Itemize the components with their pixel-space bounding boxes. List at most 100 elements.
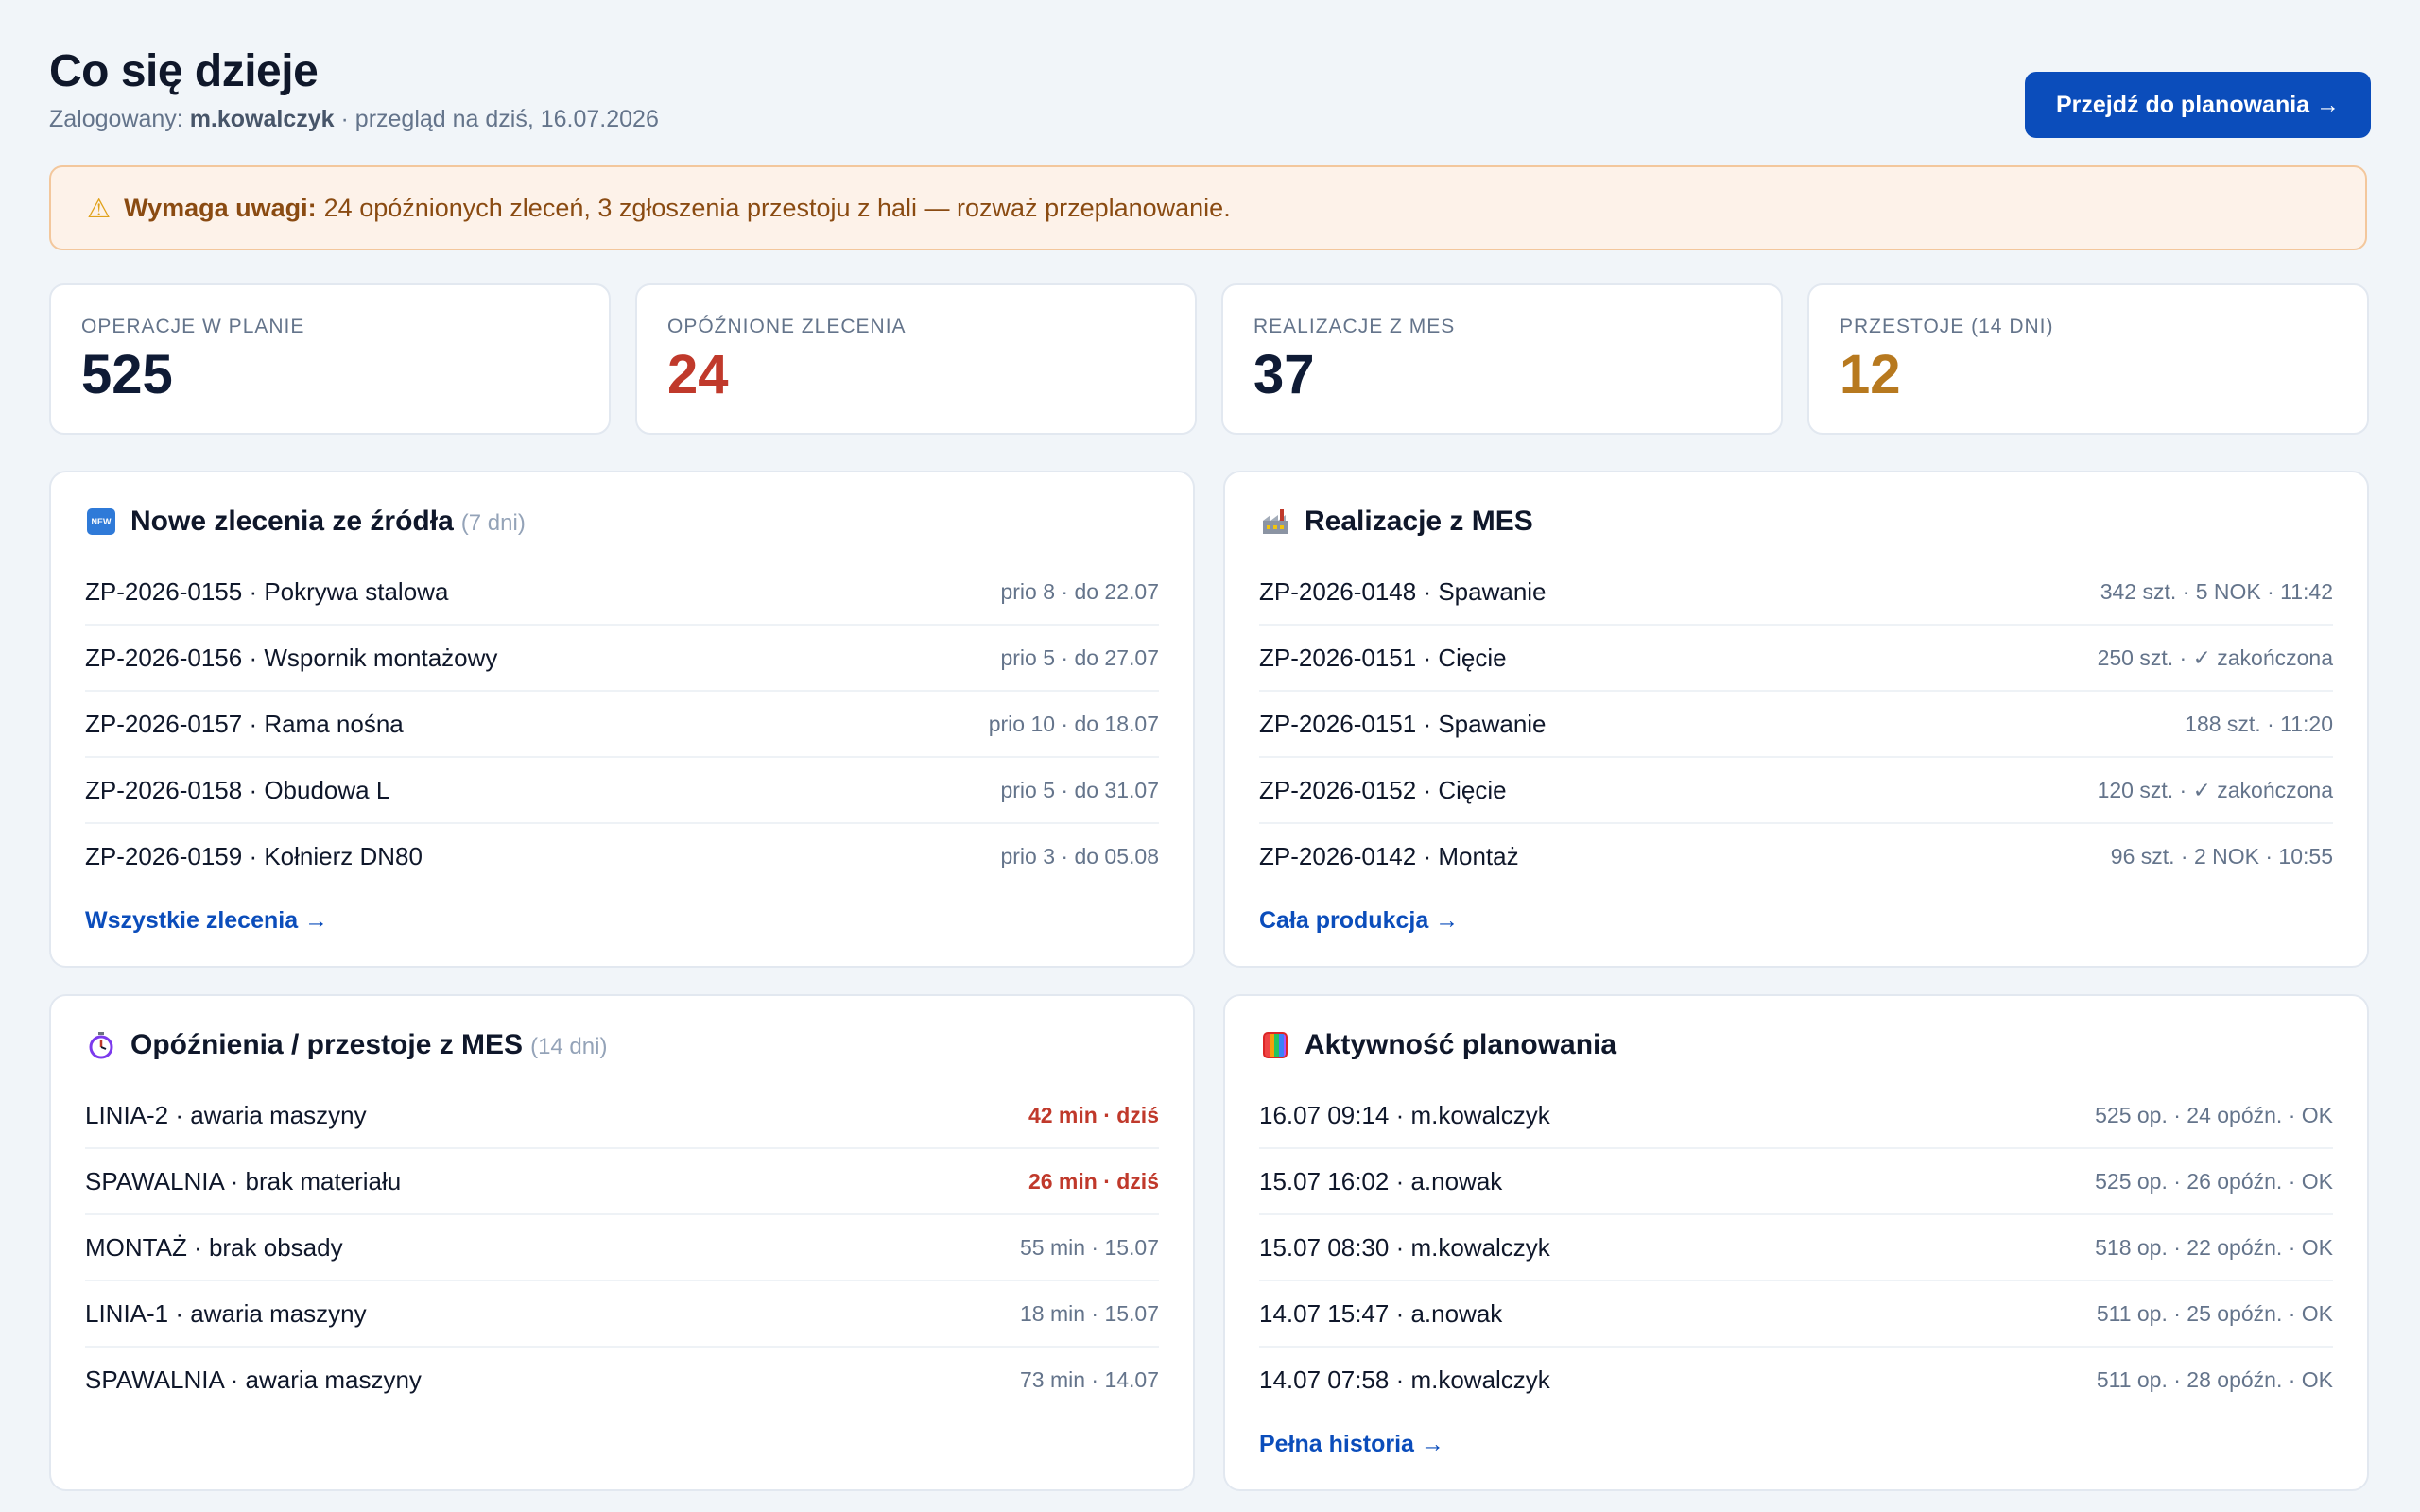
realization-meta: 188 szt. · 11:20	[2185, 711, 2333, 736]
order-label: ZP-2026-0159 · Kołnierz DN80	[85, 841, 423, 870]
dashboard-page: Co się dzieje Zalogowany: m.kowalczyk · …	[0, 0, 2420, 1512]
list-item[interactable]: 14.07 07:58 · m.kowalczyk 511 op. · 28 op…	[1259, 1348, 2333, 1412]
card-header: Opóźnienia / przestoje z MES (14 dni)	[85, 1017, 1159, 1074]
page-title: Co się dzieje	[49, 46, 319, 96]
order-meta: prio 3 · do 05.08	[1000, 843, 1159, 868]
card-header: Realizacje z MES	[1259, 493, 2333, 550]
calendar-icon	[1259, 1032, 1291, 1058]
downtime-label: SPAWALNIA · awaria maszyny	[85, 1365, 422, 1394]
stat-label: PRZESTOJE (14 DNI)	[1840, 316, 2054, 337]
card-header: NEW Nowe zlecenia ze źródła (7 dni)	[85, 493, 1159, 550]
page-header: Co się dzieje Zalogowany: m.kowalczyk · …	[49, 43, 2371, 147]
new-orders-list: ZP-2026-0155 · Pokrywa stalowa prio 8 · d…	[85, 559, 1159, 888]
realization-label: ZP-2026-0142 · Montaż	[1259, 841, 1519, 870]
alert-strong: Wymaga uwagi:	[124, 193, 317, 222]
warning-icon: ⚠	[87, 193, 112, 223]
downtime-meta: 42 min · dziś	[1028, 1102, 1159, 1127]
new-orders-card: NEW Nowe zlecenia ze źródła (7 dni) ZP-2…	[49, 471, 1195, 968]
realization-meta: 96 szt. · 2 NOK · 10:55	[2110, 843, 2333, 868]
list-item[interactable]: 15.07 08:30 · m.kowalczyk 518 op. · 22 op…	[1259, 1215, 2333, 1281]
list-item[interactable]: SPAWALNIA · awaria maszyny 73 min · 14.07	[85, 1348, 1159, 1412]
go-to-planning-button[interactable]: Przejdź do planowania →	[2025, 72, 2371, 138]
stat-card-mes-realizations: REALIZACJE Z MES 37	[1221, 284, 1783, 435]
list-item[interactable]: ZP-2026-0151 · Spawanie 188 szt. · 11:20	[1259, 692, 2333, 758]
activity-label: 14.07 15:47 · a.nowak	[1259, 1298, 1503, 1328]
alert-text: 24 opóźnionych zleceń, 3 zgłoszenia prze…	[323, 193, 1231, 222]
activity-label: 16.07 09:14 · m.kowalczyk	[1259, 1100, 1550, 1129]
downtime-meta: 18 min · 15.07	[1019, 1300, 1159, 1326]
order-label: ZP-2026-0158 · Obudowa L	[85, 775, 390, 804]
stat-value: 37	[1253, 344, 1315, 405]
list-item[interactable]: 16.07 09:14 · m.kowalczyk 525 op. · 24 op…	[1259, 1083, 2333, 1149]
order-meta: prio 5 · do 27.07	[1000, 644, 1159, 670]
realization-label: ZP-2026-0148 · Spawanie	[1259, 576, 1547, 606]
stat-card-delayed-orders: OPÓŹNIONE ZLECENIA 24	[635, 284, 1197, 435]
list-item[interactable]: 14.07 15:47 · a.nowak 511 op. · 25 opóźn.…	[1259, 1281, 2333, 1348]
new-badge-icon: NEW	[85, 508, 117, 535]
logged-prefix: Zalogowany:	[49, 106, 183, 132]
realization-meta: 250 szt. · ✓ zakończona	[2097, 644, 2333, 670]
stat-card-downtimes: PRZESTOJE (14 DNI) 12	[1807, 284, 2369, 435]
stat-label: OPERACJE W PLANIE	[81, 316, 305, 337]
planning-activity-card: Aktywność planowania 16.07 09:14 · m.kow…	[1223, 994, 2369, 1491]
list-item[interactable]: ZP-2026-0151 · Cięcie 250 szt. · ✓ zakońc…	[1259, 626, 2333, 692]
list-item[interactable]: ZP-2026-0148 · Spawanie 342 szt. · 5 NOK …	[1259, 559, 2333, 626]
list-item[interactable]: ZP-2026-0142 · Montaż 96 szt. · 2 NOK · 1…	[1259, 824, 2333, 888]
stopwatch-icon	[85, 1031, 117, 1059]
order-meta: prio 8 · do 22.07	[1000, 578, 1159, 604]
downtime-label: MONTAŻ · brak obsady	[85, 1232, 343, 1262]
activity-list: 16.07 09:14 · m.kowalczyk 525 op. · 24 op…	[1259, 1083, 2333, 1412]
card-title: Realizacje z MES	[1305, 506, 1533, 537]
username: m.kowalczyk	[189, 106, 335, 132]
activity-meta: 525 op. · 26 opóźn. · OK	[2095, 1168, 2333, 1194]
list-item[interactable]: ZP-2026-0152 · Cięcie 120 szt. · ✓ zakońc…	[1259, 758, 2333, 824]
order-label: ZP-2026-0155 · Pokrywa stalowa	[85, 576, 449, 606]
mes-realizations-card: Realizacje z MES ZP-2026-0148 · Spawanie…	[1223, 471, 2369, 968]
activity-label: 15.07 08:30 · m.kowalczyk	[1259, 1232, 1550, 1262]
stat-value: 12	[1840, 344, 1901, 405]
full-history-link[interactable]: Pełna historia →	[1259, 1431, 1444, 1458]
activity-meta: 511 op. · 25 opóźn. · OK	[2096, 1300, 2333, 1326]
downtime-label: LINIA-1 · awaria maszyny	[85, 1298, 367, 1328]
subtitle-date: · przegląd na dziś, 16.07.2026	[340, 106, 659, 132]
order-meta: prio 10 · do 18.07	[988, 711, 1159, 736]
downtime-meta: 55 min · 15.07	[1019, 1234, 1159, 1260]
list-item[interactable]: ZP-2026-0157 · Rama nośna prio 10 · do 18…	[85, 692, 1159, 758]
realization-meta: 120 szt. · ✓ zakończona	[2097, 777, 2333, 802]
list-item[interactable]: ZP-2026-0158 · Obudowa L prio 5 · do 31.0…	[85, 758, 1159, 824]
list-item[interactable]: ZP-2026-0159 · Kołnierz DN80 prio 3 · do …	[85, 824, 1159, 888]
delays-list: LINIA-2 · awaria maszyny 42 min · dziś SP…	[85, 1083, 1159, 1412]
card-suffix: (14 dni)	[530, 1034, 608, 1059]
all-orders-link[interactable]: Wszystkie zlecenia →	[85, 907, 328, 935]
activity-label: 15.07 16:02 · a.nowak	[1259, 1166, 1503, 1195]
realization-meta: 342 szt. · 5 NOK · 11:42	[2100, 578, 2333, 604]
downtime-meta: 26 min · dziś	[1028, 1168, 1159, 1194]
list-item[interactable]: 15.07 16:02 · a.nowak 525 op. · 26 opóźn.…	[1259, 1149, 2333, 1215]
stat-label: OPÓŹNIONE ZLECENIA	[667, 316, 907, 337]
list-item[interactable]: ZP-2026-0156 · Wspornik montażowy prio 5 …	[85, 626, 1159, 692]
list-item[interactable]: LINIA-2 · awaria maszyny 42 min · dziś	[85, 1083, 1159, 1149]
realization-label: ZP-2026-0151 · Spawanie	[1259, 709, 1547, 738]
order-meta: prio 5 · do 31.07	[1000, 777, 1159, 802]
attention-alert: ⚠ Wymaga uwagi: 24 opóźnionych zleceń, 3…	[49, 165, 2367, 250]
realization-label: ZP-2026-0151 · Cięcie	[1259, 643, 1507, 672]
downtime-label: SPAWALNIA · brak materiału	[85, 1166, 402, 1195]
activity-meta: 518 op. · 22 opóźn. · OK	[2095, 1234, 2333, 1260]
realization-label: ZP-2026-0152 · Cięcie	[1259, 775, 1507, 804]
page-subtitle: Zalogowany: m.kowalczyk · przegląd na dz…	[49, 106, 2371, 133]
activity-meta: 525 op. · 24 opóźn. · OK	[2095, 1102, 2333, 1127]
all-production-link[interactable]: Cała produkcja →	[1259, 907, 1459, 935]
list-item[interactable]: LINIA-1 · awaria maszyny 18 min · 15.07	[85, 1281, 1159, 1348]
list-item[interactable]: ZP-2026-0155 · Pokrywa stalowa prio 8 · d…	[85, 559, 1159, 626]
stat-label: REALIZACJE Z MES	[1253, 316, 1456, 337]
delays-card: Opóźnienia / przestoje z MES (14 dni) LI…	[49, 994, 1195, 1491]
activity-meta: 511 op. · 28 opóźn. · OK	[2096, 1366, 2333, 1392]
list-item[interactable]: SPAWALNIA · brak materiału 26 min · dziś	[85, 1149, 1159, 1215]
card-title: Nowe zlecenia ze źródła	[130, 506, 454, 537]
factory-icon	[1259, 507, 1291, 536]
activity-label: 14.07 07:58 · m.kowalczyk	[1259, 1365, 1550, 1394]
card-header: Aktywność planowania	[1259, 1017, 2333, 1074]
card-title: Aktywność planowania	[1305, 1029, 1617, 1060]
order-label: ZP-2026-0156 · Wspornik montażowy	[85, 643, 498, 672]
list-item[interactable]: MONTAŻ · brak obsady 55 min · 15.07	[85, 1215, 1159, 1281]
